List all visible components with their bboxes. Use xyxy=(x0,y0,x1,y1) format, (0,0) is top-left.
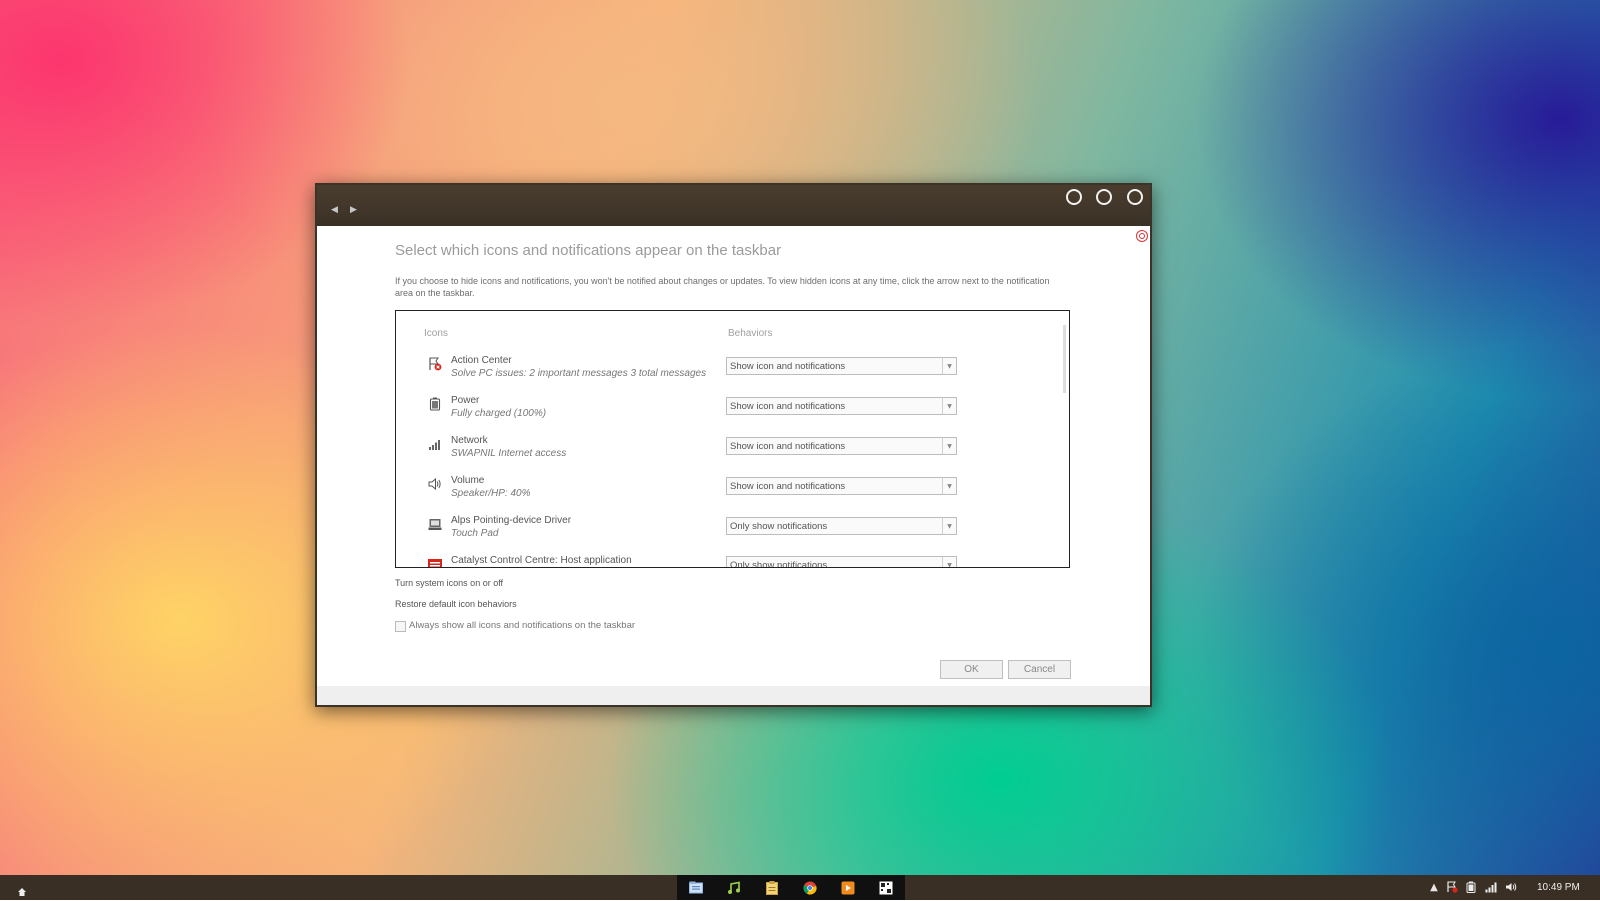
window-content: Select which icons and notifications app… xyxy=(317,226,1150,686)
list-item: Volume Speaker/HP: 40% Show icon and not… xyxy=(396,475,1046,511)
turn-system-icons-link[interactable]: Turn system icons on or off xyxy=(395,578,503,588)
network-signal-icon xyxy=(428,437,442,451)
row-name: Network xyxy=(451,435,488,446)
chrome-icon[interactable] xyxy=(792,877,828,898)
behavior-dropdown[interactable]: Only show notifications ▼ xyxy=(726,517,957,535)
behavior-dropdown[interactable]: Only show notifications ▼ xyxy=(726,556,957,568)
chevron-down-icon[interactable]: ▼ xyxy=(942,518,956,534)
page-title: Select which icons and notifications app… xyxy=(395,242,782,259)
list-item: Alps Pointing-device Driver Touch Pad On… xyxy=(396,515,1046,551)
column-header-icons: Icons xyxy=(424,328,448,339)
taskbar-clock[interactable]: 10:49 PM xyxy=(1537,882,1580,893)
show-hidden-icons-arrow[interactable]: ▲ xyxy=(1428,881,1440,893)
page-description: If you choose to hide icons and notifica… xyxy=(395,276,1050,298)
minimize-button[interactable] xyxy=(1066,189,1082,205)
behavior-dropdown[interactable]: Show icon and notifications ▼ xyxy=(726,397,957,415)
row-name: Volume xyxy=(451,475,485,486)
behavior-selected-value: Only show notifications xyxy=(730,560,828,568)
list-item: Network SWAPNIL Internet access Show ico… xyxy=(396,435,1046,471)
maximize-button[interactable] xyxy=(1096,189,1112,205)
row-name: Action Center xyxy=(451,355,512,366)
battery-icon xyxy=(428,397,442,411)
back-arrow-icon[interactable]: ◀ xyxy=(331,205,338,215)
ati-logo-icon xyxy=(428,557,442,567)
media-player-icon[interactable] xyxy=(830,877,866,898)
action-center-flag-icon[interactable] xyxy=(1446,881,1458,893)
row-name: Power xyxy=(451,395,480,406)
file-explorer-icon[interactable] xyxy=(678,877,714,898)
always-show-label[interactable]: Always show all icons and notifications … xyxy=(409,620,635,631)
start-button[interactable] xyxy=(17,882,27,896)
behavior-selected-value: Only show notifications xyxy=(730,521,828,532)
row-name: Catalyst Control Centre: Host applicatio… xyxy=(451,555,632,566)
action-center-flag-icon xyxy=(428,357,442,371)
list-scrollbar[interactable] xyxy=(1063,325,1066,393)
forward-arrow-icon[interactable]: ▶ xyxy=(350,205,357,215)
behavior-selected-value: Show icon and notifications xyxy=(730,361,846,372)
column-header-behaviors: Behaviors xyxy=(728,328,773,339)
behavior-dropdown[interactable]: Show icon and notifications ▼ xyxy=(726,357,957,375)
ok-button[interactable]: OK xyxy=(940,660,1003,679)
list-item: Power Fully charged (100%) Show icon and… xyxy=(396,395,1046,431)
behavior-dropdown[interactable]: Show icon and notifications ▼ xyxy=(726,477,957,495)
chevron-down-icon[interactable]: ▼ xyxy=(942,438,956,454)
battery-icon[interactable] xyxy=(1465,881,1477,893)
row-subtitle: SWAPNIL Internet access xyxy=(451,448,567,459)
behavior-dropdown[interactable]: Show icon and notifications ▼ xyxy=(726,437,957,455)
window-status-bar xyxy=(317,686,1150,705)
always-show-checkbox[interactable] xyxy=(395,621,406,632)
cancel-button[interactable]: Cancel xyxy=(1008,660,1071,679)
snipping-tool-icon[interactable] xyxy=(868,877,904,898)
behavior-selected-value: Show icon and notifications xyxy=(730,481,846,492)
music-player-icon[interactable] xyxy=(716,877,752,898)
chevron-down-icon[interactable]: ▼ xyxy=(942,398,956,414)
taskbar-apps xyxy=(677,875,905,900)
notes-icon[interactable] xyxy=(754,877,790,898)
chevron-down-icon[interactable]: ▼ xyxy=(942,358,956,374)
row-name: Alps Pointing-device Driver xyxy=(451,515,572,526)
list-item: Catalyst Control Centre: Host applicatio… xyxy=(396,555,1046,568)
speaker-icon xyxy=(428,477,442,491)
taskbar: ▲ 10:49 PM xyxy=(0,875,1600,900)
row-subtitle: Speaker/HP: 40% xyxy=(451,488,531,499)
touchpad-icon xyxy=(428,517,442,531)
restore-defaults-link[interactable]: Restore default icon behaviors xyxy=(395,599,517,609)
row-subtitle: Solve PC issues: 2 important messages 3 … xyxy=(451,368,707,379)
behavior-selected-value: Show icon and notifications xyxy=(730,441,846,452)
close-button[interactable] xyxy=(1127,189,1143,205)
network-signal-icon[interactable] xyxy=(1485,881,1497,893)
chevron-down-icon[interactable]: ▼ xyxy=(942,478,956,494)
notification-icons-list[interactable]: Icons Behaviors Action Center Solve PC i… xyxy=(395,310,1070,568)
window-titlebar[interactable]: ◀ ▶ xyxy=(317,185,1150,226)
help-icon[interactable] xyxy=(1136,230,1148,242)
row-subtitle: Fully charged (100%) xyxy=(451,408,547,419)
list-item: Action Center Solve PC issues: 2 importa… xyxy=(396,355,1046,391)
speaker-icon[interactable] xyxy=(1505,881,1517,893)
row-subtitle: Touch Pad xyxy=(451,528,499,539)
chevron-down-icon[interactable]: ▼ xyxy=(942,557,956,567)
behavior-selected-value: Show icon and notifications xyxy=(730,401,846,412)
notification-icons-window: ◀ ▶ Select which icons and notifications… xyxy=(315,183,1152,707)
